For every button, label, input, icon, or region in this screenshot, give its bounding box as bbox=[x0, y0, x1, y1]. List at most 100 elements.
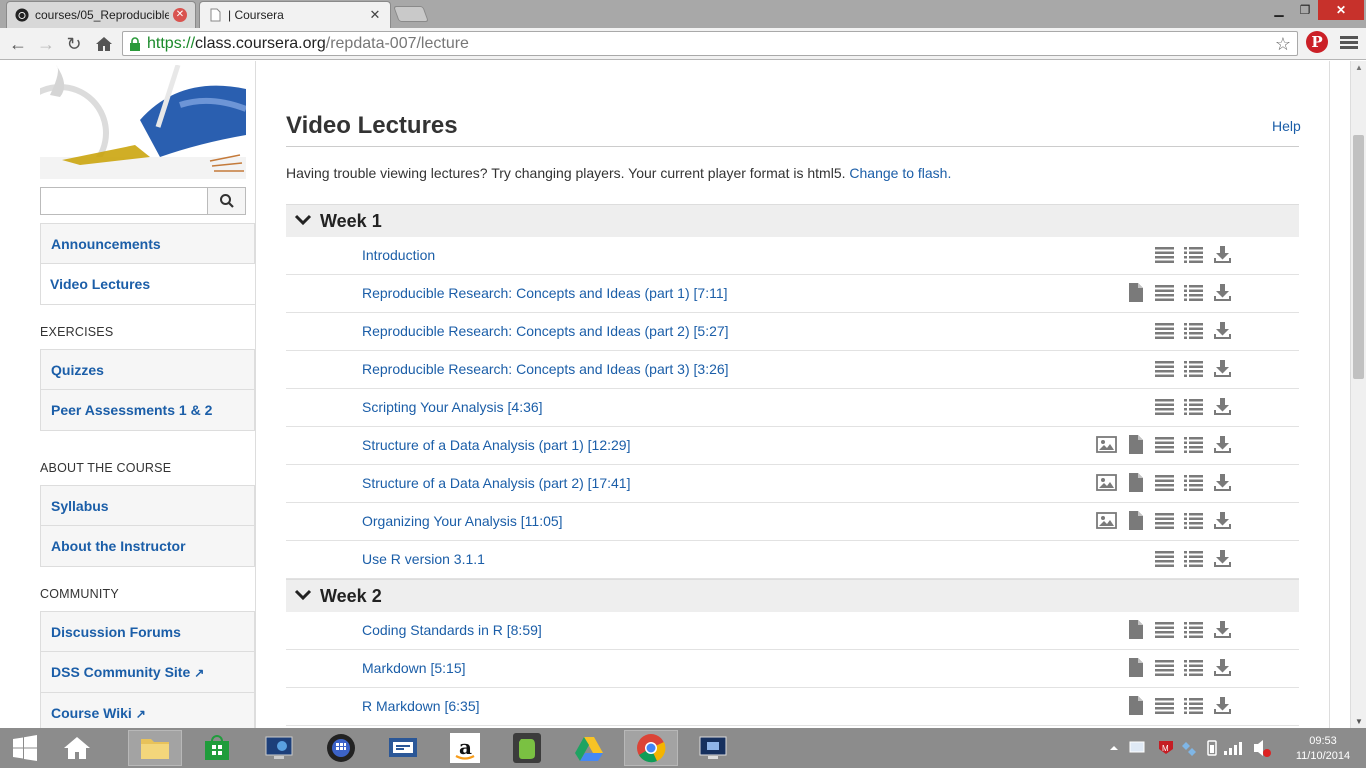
list-icon[interactable] bbox=[1183, 657, 1204, 679]
list-icon[interactable] bbox=[1183, 358, 1204, 380]
sidebar-item-quizzes[interactable]: Quizzes bbox=[40, 349, 255, 390]
subtitles-icon[interactable] bbox=[1154, 548, 1175, 570]
address-bar[interactable]: https://class.coursera.org/repdata-007/l… bbox=[122, 31, 1298, 56]
list-icon[interactable] bbox=[1183, 396, 1204, 418]
scroll-up-icon[interactable]: ▲ bbox=[1351, 63, 1366, 72]
subtitles-icon[interactable] bbox=[1154, 510, 1175, 532]
download-icon[interactable] bbox=[1212, 320, 1233, 342]
document-icon[interactable] bbox=[1125, 619, 1146, 641]
week-header[interactable]: Week 1 bbox=[286, 204, 1299, 237]
bookmark-star-icon[interactable]: ☆ bbox=[1275, 34, 1291, 55]
lecture-link[interactable]: Coding Standards in R [8:59] bbox=[362, 622, 542, 638]
subtitles-icon[interactable] bbox=[1154, 619, 1175, 641]
document-icon[interactable] bbox=[1125, 434, 1146, 456]
subtitles-icon[interactable] bbox=[1154, 657, 1175, 679]
home-icon[interactable] bbox=[92, 32, 116, 56]
list-icon[interactable] bbox=[1183, 282, 1204, 304]
chevron-down-icon[interactable] bbox=[294, 586, 312, 604]
sidebar-item-syllabus[interactable]: Syllabus bbox=[40, 485, 255, 526]
scrollbar-thumb[interactable] bbox=[1353, 135, 1364, 379]
list-icon[interactable] bbox=[1183, 434, 1204, 456]
image-icon[interactable] bbox=[1096, 472, 1117, 494]
lecture-link[interactable]: Structure of a Data Analysis (part 1) [1… bbox=[362, 437, 630, 453]
tab-github[interactable]: courses/05_ReproducibleR ✕ bbox=[6, 1, 196, 28]
list-icon[interactable] bbox=[1183, 510, 1204, 532]
change-to-flash-link[interactable]: Change to flash. bbox=[849, 165, 951, 181]
page-scrollbar[interactable]: ▲ ▼ bbox=[1350, 61, 1366, 728]
document-icon[interactable] bbox=[1125, 657, 1146, 679]
sidebar-item-announcements[interactable]: Announcements bbox=[40, 223, 255, 264]
search-button[interactable] bbox=[207, 188, 245, 214]
list-icon[interactable] bbox=[1183, 548, 1204, 570]
new-tab-button[interactable] bbox=[393, 6, 429, 22]
reload-icon[interactable]: ↻ bbox=[62, 32, 86, 56]
download-icon[interactable] bbox=[1212, 358, 1233, 380]
download-icon[interactable] bbox=[1212, 548, 1233, 570]
back-arrow-icon[interactable]: ← bbox=[6, 32, 30, 56]
lecture-link[interactable]: Markdown [5:15] bbox=[362, 660, 466, 676]
lecture-link[interactable]: Scripting Your Analysis [4:36] bbox=[362, 399, 543, 415]
download-icon[interactable] bbox=[1212, 396, 1233, 418]
document-icon[interactable] bbox=[1125, 695, 1146, 717]
store-icon[interactable] bbox=[190, 730, 244, 766]
lecture-link[interactable]: Structure of a Data Analysis (part 2) [1… bbox=[362, 475, 630, 491]
lecture-link[interactable]: Reproducible Research: Concepts and Idea… bbox=[362, 361, 729, 377]
lecture-link[interactable]: Reproducible Research: Concepts and Idea… bbox=[362, 285, 728, 301]
list-icon[interactable] bbox=[1183, 320, 1204, 342]
download-icon[interactable] bbox=[1212, 434, 1233, 456]
subtitles-icon[interactable] bbox=[1154, 282, 1175, 304]
minimize-button[interactable]: ▁ bbox=[1266, 0, 1292, 20]
download-icon[interactable] bbox=[1212, 282, 1233, 304]
document-icon[interactable] bbox=[1125, 472, 1146, 494]
subtitles-icon[interactable] bbox=[1154, 695, 1175, 717]
app-grid-icon[interactable] bbox=[314, 730, 368, 766]
document-icon[interactable] bbox=[1125, 282, 1146, 304]
image-icon[interactable] bbox=[1096, 510, 1117, 532]
subtitles-icon[interactable] bbox=[1154, 434, 1175, 456]
sidebar-item-peer-assessments[interactable]: Peer Assessments 1 & 2 bbox=[40, 390, 255, 431]
home-button[interactable] bbox=[52, 730, 102, 766]
remote-desktop-icon[interactable] bbox=[252, 730, 306, 766]
monitor-icon[interactable] bbox=[686, 730, 740, 766]
download-icon[interactable] bbox=[1212, 657, 1233, 679]
close-window-button[interactable]: ✕ bbox=[1318, 0, 1364, 20]
scroll-down-icon[interactable]: ▼ bbox=[1351, 717, 1366, 726]
lecture-link[interactable]: Organizing Your Analysis [11:05] bbox=[362, 513, 563, 529]
document-icon[interactable] bbox=[1125, 510, 1146, 532]
list-icon[interactable] bbox=[1183, 472, 1204, 494]
forward-arrow-icon[interactable]: → bbox=[34, 32, 58, 56]
lecture-link[interactable]: Introduction bbox=[362, 247, 435, 263]
subtitles-icon[interactable] bbox=[1154, 358, 1175, 380]
download-icon[interactable] bbox=[1212, 695, 1233, 717]
download-icon[interactable] bbox=[1212, 619, 1233, 641]
start-button[interactable] bbox=[0, 730, 50, 766]
lecture-link[interactable]: Use R version 3.1.1 bbox=[362, 551, 485, 567]
evernote-icon[interactable] bbox=[500, 730, 554, 766]
subtitles-icon[interactable] bbox=[1154, 320, 1175, 342]
list-icon[interactable] bbox=[1183, 244, 1204, 266]
chevron-down-icon[interactable] bbox=[294, 211, 312, 229]
search-input[interactable] bbox=[41, 188, 207, 214]
sidebar-item-course-wiki[interactable]: Course Wiki ↗ bbox=[40, 693, 255, 728]
list-icon[interactable] bbox=[1183, 695, 1204, 717]
sidebar-item-about-instructor[interactable]: About the Instructor bbox=[40, 526, 255, 567]
tab-close-icon[interactable]: ✕ bbox=[173, 8, 187, 22]
pinterest-icon[interactable]: P bbox=[1306, 31, 1328, 53]
download-icon[interactable] bbox=[1212, 472, 1233, 494]
image-icon[interactable] bbox=[1096, 434, 1117, 456]
download-icon[interactable] bbox=[1212, 244, 1233, 266]
menu-icon[interactable] bbox=[1340, 34, 1358, 52]
list-icon[interactable] bbox=[1183, 619, 1204, 641]
tab-close-icon[interactable]: ✕ bbox=[368, 8, 382, 22]
week-header[interactable]: Week 2 bbox=[286, 579, 1299, 612]
subtitles-icon[interactable] bbox=[1154, 244, 1175, 266]
download-icon[interactable] bbox=[1212, 510, 1233, 532]
subtitles-icon[interactable] bbox=[1154, 472, 1175, 494]
sidebar-item-dss-community[interactable]: DSS Community Site ↗ bbox=[40, 652, 255, 693]
tab-coursera[interactable]: | Coursera ✕ bbox=[199, 1, 391, 28]
sidebar-item-discussion-forums[interactable]: Discussion Forums bbox=[40, 611, 255, 652]
sidebar-item-video-lectures[interactable]: Video Lectures bbox=[40, 264, 255, 305]
maximize-button[interactable]: ❐ bbox=[1292, 0, 1318, 20]
lecture-link[interactable]: Reproducible Research: Concepts and Idea… bbox=[362, 323, 729, 339]
help-link[interactable]: Help bbox=[1272, 118, 1301, 134]
